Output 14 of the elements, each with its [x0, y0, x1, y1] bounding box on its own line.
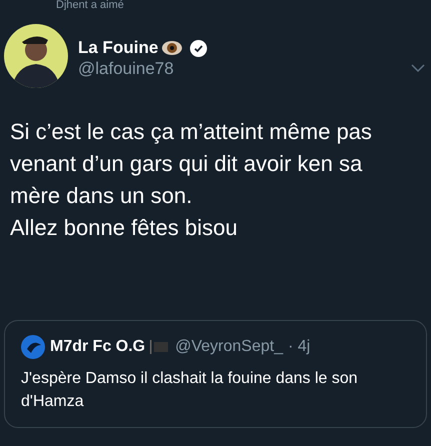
- quote-author-name: M7dr Fc O.G: [50, 337, 146, 357]
- chevron-down-icon[interactable]: [411, 64, 425, 72]
- eye-icon: [162, 41, 182, 55]
- liked-by-text: Djhent a aimé: [56, 0, 124, 10]
- tweet-text: Si c’est le cas ça m’atteint même pas venant d’un gars qui dit avoir ken sa mère dans un son.: [10, 118, 373, 210]
- quote-card[interactable]: M7dr Fc O.G @VeyronSept_ · 4j J'espère Damso il clashait la fouine dans le son d'Hamza: [4, 320, 427, 428]
- author-handle: @lafouine78: [78, 58, 175, 80]
- author-name: La Fouine: [78, 38, 158, 58]
- verified-icon: [190, 40, 208, 56]
- quote-author-handle: @VeyronSept_: [175, 337, 283, 357]
- quote-text: J'espère Damso il clashait la fouine dans le son d'Hamza: [21, 369, 359, 412]
- flag-icon: [150, 340, 170, 354]
- tweet-text: Allez bonne fêtes bisou: [10, 214, 238, 242]
- quote-time: · 4j: [288, 337, 310, 357]
